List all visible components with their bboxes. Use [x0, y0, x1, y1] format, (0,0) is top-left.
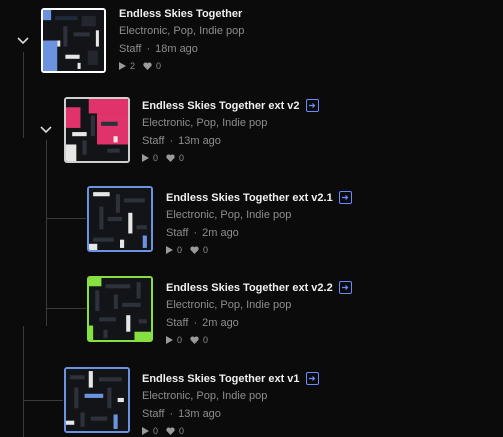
track-meta: Staff · 2m ago [166, 227, 352, 239]
separator: · [193, 227, 198, 239]
like-count[interactable]: 0 [190, 245, 208, 255]
track-genres: Electronic, Pop, Indie pop [142, 117, 268, 129]
track-title[interactable]: Endless Skies Together ext v2.2 [166, 281, 352, 294]
play-count: 0 [166, 245, 182, 255]
track-title[interactable]: Endless Skies Together ext v2 [142, 99, 319, 112]
track-stats: 0 0 [142, 153, 319, 163]
play-count: 0 [142, 153, 158, 163]
blue-maze-thumbnail [43, 10, 104, 71]
track-meta: Staff · 2m ago [166, 317, 352, 329]
track-title[interactable]: Endless Skies Together [119, 8, 244, 20]
play-count-value: 0 [153, 426, 159, 436]
play-icon [142, 154, 149, 162]
separator: · [193, 317, 198, 329]
tree-line [23, 326, 24, 437]
play-count-value: 0 [153, 153, 159, 163]
pink-maze-thumbnail [66, 99, 128, 161]
track-thumbnail[interactable] [87, 186, 153, 252]
timestamp: 2m ago [202, 317, 239, 329]
like-count-value: 0 [179, 153, 185, 163]
play-count-value: 0 [177, 335, 183, 345]
play-count: 2 [119, 61, 135, 71]
play-icon [166, 246, 173, 254]
open-link-icon[interactable] [305, 372, 319, 385]
track-thumbnail[interactable] [87, 276, 153, 342]
tree-line [46, 218, 86, 219]
track-title[interactable]: Endless Skies Together ext v1 [142, 372, 319, 385]
collapse-chevron-icon[interactable] [38, 122, 54, 138]
like-count-value: 0 [203, 245, 209, 255]
like-count[interactable]: 0 [166, 153, 184, 163]
play-icon [142, 427, 149, 435]
track-genres: Electronic, Pop, Indie pop [166, 209, 292, 221]
track-title[interactable]: Endless Skies Together ext v2.1 [166, 191, 352, 204]
heart-icon[interactable] [166, 154, 175, 162]
track-title-text[interactable]: Endless Skies Together [119, 8, 242, 20]
open-link-icon[interactable] [338, 281, 352, 294]
tree-line [23, 400, 63, 401]
play-count-value: 0 [177, 245, 183, 255]
track-stats: 0 0 [166, 335, 352, 345]
heart-icon[interactable] [190, 246, 199, 254]
green-maze-thumbnail [89, 278, 151, 340]
track-title-text[interactable]: Endless Skies Together ext v1 [142, 373, 300, 385]
play-icon [119, 62, 126, 70]
play-count-value: 2 [130, 61, 136, 71]
track-thumbnail[interactable] [41, 8, 106, 73]
blue-maze-thumbnail [66, 369, 128, 431]
heart-icon[interactable] [166, 427, 175, 435]
track-thumbnail[interactable] [64, 367, 130, 433]
track-thumbnail[interactable] [64, 97, 130, 163]
author[interactable]: Staff [142, 408, 164, 420]
heart-icon[interactable] [143, 62, 152, 70]
track-stats: 0 0 [166, 245, 352, 255]
play-icon [166, 336, 173, 344]
track-genres: Electronic, Pop, Indie pop [142, 390, 268, 402]
collapse-chevron-icon[interactable] [15, 33, 31, 49]
author[interactable]: Staff [142, 135, 164, 147]
like-count[interactable]: 0 [190, 335, 208, 345]
separator: · [169, 135, 174, 147]
tree-line [23, 52, 24, 138]
track-genres: Electronic, Pop, Indie pop [166, 299, 292, 311]
timestamp: 13m ago [178, 135, 221, 147]
separator: · [146, 43, 151, 55]
open-link-icon[interactable] [338, 191, 352, 204]
timestamp: 18m ago [155, 43, 198, 55]
track-title-text[interactable]: Endless Skies Together ext v2.2 [166, 282, 333, 294]
open-link-icon[interactable] [305, 99, 319, 112]
like-count[interactable]: 0 [143, 61, 161, 71]
track-meta: Staff · 13m ago [142, 408, 319, 420]
track-stats: 2 0 [119, 61, 244, 71]
like-count-value: 0 [179, 426, 185, 436]
timestamp: 13m ago [178, 408, 221, 420]
separator: · [169, 408, 174, 420]
tree-line [46, 308, 86, 309]
heart-icon[interactable] [190, 336, 199, 344]
track-meta: Staff · 18m ago [119, 43, 244, 55]
track-title-text[interactable]: Endless Skies Together ext v2 [142, 100, 300, 112]
like-count-value: 0 [203, 335, 209, 345]
play-count: 0 [166, 335, 182, 345]
track-genres: Electronic, Pop, Indie pop [119, 25, 245, 37]
track-title-text[interactable]: Endless Skies Together ext v2.1 [166, 192, 333, 204]
track-meta: Staff · 13m ago [142, 135, 319, 147]
tree-line [46, 140, 47, 326]
author[interactable]: Staff [119, 43, 141, 55]
timestamp: 2m ago [202, 227, 239, 239]
play-count: 0 [142, 426, 158, 436]
like-count-value: 0 [156, 61, 162, 71]
author[interactable]: Staff [166, 227, 188, 239]
author[interactable]: Staff [166, 317, 188, 329]
track-stats: 0 0 [142, 426, 319, 436]
like-count[interactable]: 0 [166, 426, 184, 436]
blue-maze-thumbnail [89, 188, 151, 250]
